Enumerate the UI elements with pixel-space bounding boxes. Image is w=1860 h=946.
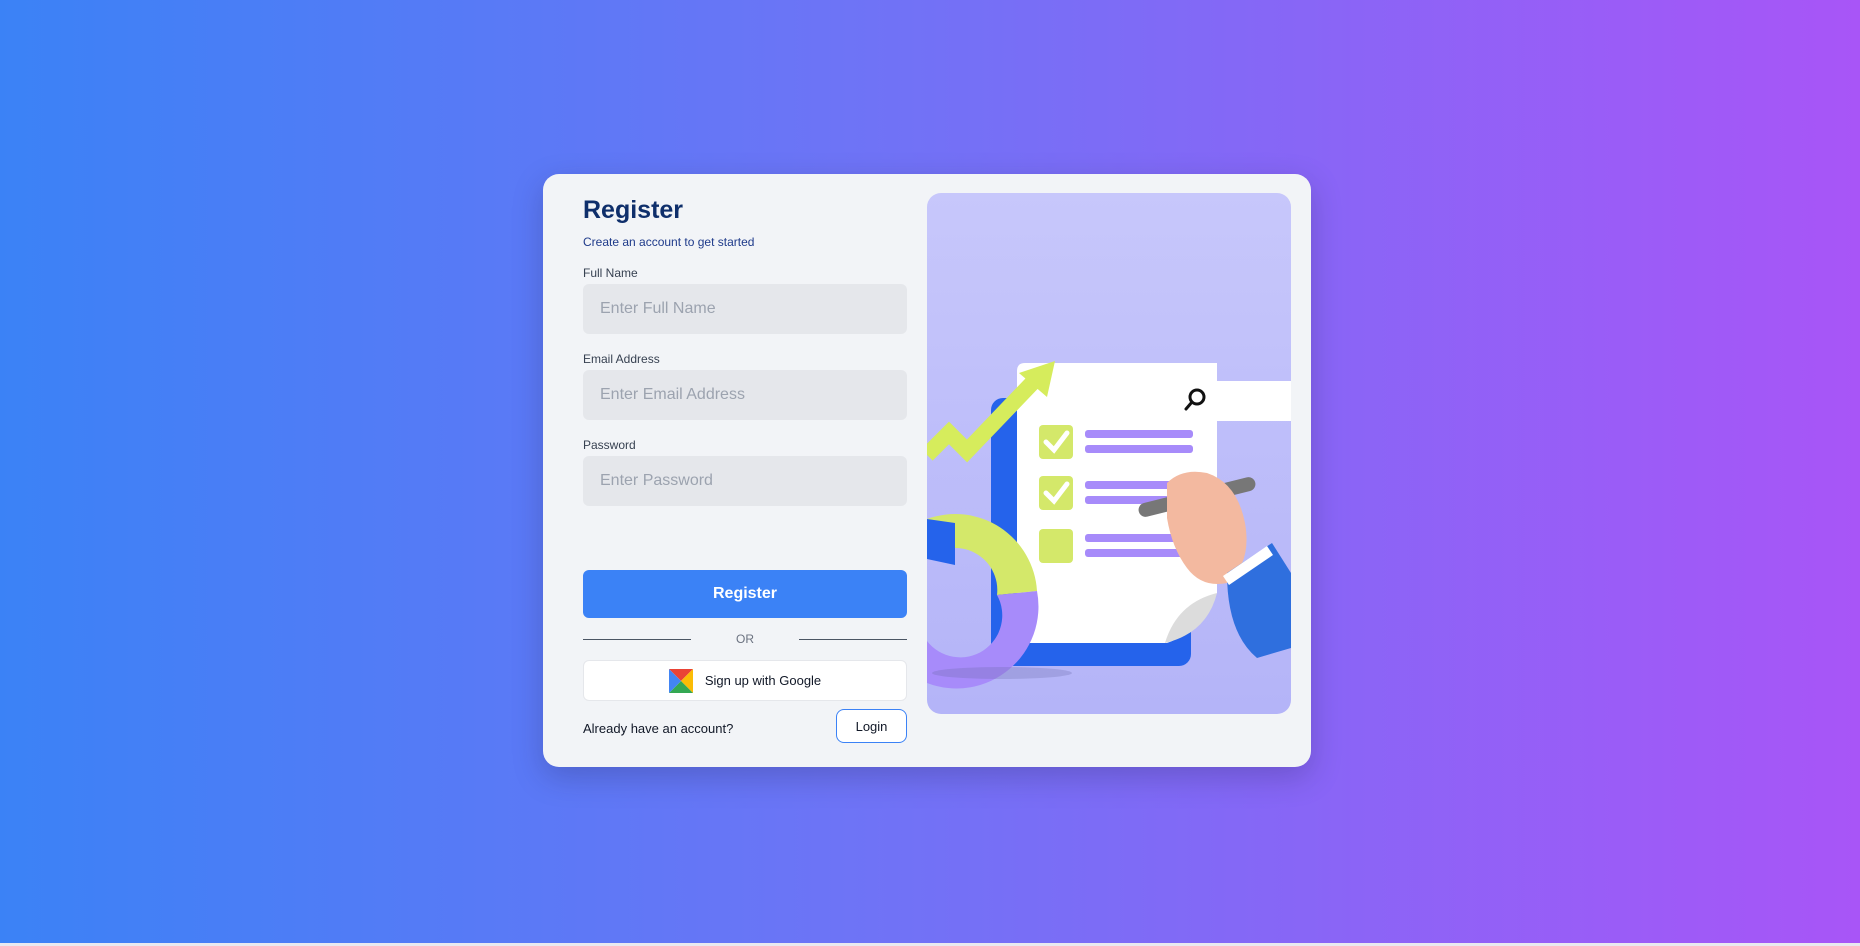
register-card: Register Create an account to get starte… [543, 174, 1311, 767]
register-button[interactable]: Register [583, 570, 907, 618]
divider-line-right [799, 639, 907, 640]
email-input[interactable] [583, 370, 907, 420]
page-subtitle: Create an account to get started [583, 235, 755, 249]
google-signup-button[interactable]: Sign up with Google [583, 660, 907, 701]
password-label: Password [583, 438, 636, 452]
password-input[interactable] [583, 456, 907, 506]
google-logo-icon [668, 668, 693, 693]
hero-illustration [927, 193, 1291, 714]
google-signup-label: Sign up with Google [704, 673, 822, 688]
register-form: Register Create an account to get starte… [583, 196, 907, 743]
full-name-input[interactable] [583, 284, 907, 334]
login-button[interactable]: Login [836, 709, 907, 743]
or-divider: OR [583, 629, 907, 649]
email-label: Email Address [583, 352, 660, 366]
check-icon [1039, 425, 1073, 459]
page-title: Register [583, 196, 684, 224]
check-icon [1039, 476, 1073, 510]
login-prompt: Already have an account? [583, 721, 734, 736]
search-icon [1173, 381, 1291, 421]
full-name-label: Full Name [583, 266, 638, 280]
empty-checkbox [1039, 529, 1073, 563]
